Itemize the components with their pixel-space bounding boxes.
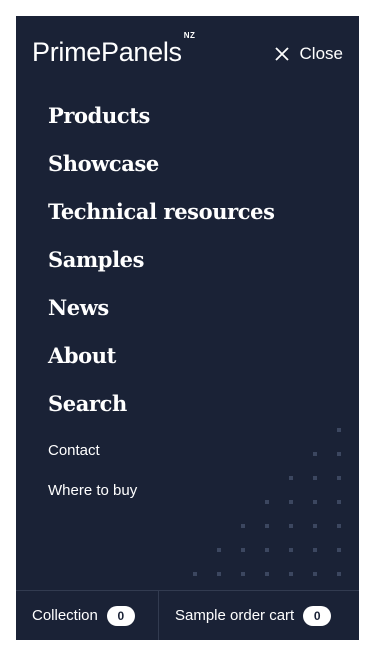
pattern-dot (217, 572, 221, 576)
nav-item-search[interactable]: Search (48, 386, 275, 434)
pattern-dot (337, 524, 341, 528)
sample-cart-count-badge: 0 (303, 605, 332, 626)
pattern-dot (241, 548, 245, 552)
pattern-dot (337, 452, 341, 456)
secondary-nav: Contact Where to buy (48, 440, 137, 520)
pattern-dot (265, 548, 269, 552)
nav-item-where-to-buy[interactable]: Where to buy (48, 480, 137, 520)
nav-item-samples[interactable]: Samples (48, 242, 275, 290)
collection-button[interactable]: Collection 0 (16, 591, 159, 640)
nav-item-technical-resources[interactable]: Technical resources (48, 194, 275, 242)
mobile-menu-panel: PrimePanelsNZ Close Products Showcase Te… (16, 16, 359, 640)
pattern-dot (313, 548, 317, 552)
pattern-dot (193, 572, 197, 576)
sample-cart-button[interactable]: Sample order cart 0 (159, 591, 332, 640)
pattern-dot (337, 500, 341, 504)
pattern-dot (313, 572, 317, 576)
nav-item-contact[interactable]: Contact (48, 440, 137, 480)
nav-item-news[interactable]: News (48, 290, 275, 338)
pattern-dot (313, 476, 317, 480)
nav-item-about[interactable]: About (48, 338, 275, 386)
pattern-dot (289, 548, 293, 552)
pattern-dot (265, 524, 269, 528)
sample-cart-label: Sample order cart (175, 607, 295, 624)
nav-item-showcase[interactable]: Showcase (48, 146, 275, 194)
pattern-dot (313, 452, 317, 456)
collection-count-badge: 0 (106, 605, 135, 626)
pattern-dot (265, 572, 269, 576)
pattern-dot (289, 572, 293, 576)
nav-item-products[interactable]: Products (48, 98, 275, 146)
pattern-dot (289, 524, 293, 528)
pattern-dot (241, 524, 245, 528)
pattern-dot (337, 572, 341, 576)
pattern-dot (337, 476, 341, 480)
menu-footer: Collection 0 Sample order cart 0 (16, 590, 359, 640)
primary-nav: Products Showcase Technical resources Sa… (48, 98, 275, 434)
pattern-dot (337, 548, 341, 552)
collection-label: Collection (32, 607, 98, 624)
pattern-dot (217, 548, 221, 552)
pattern-dot (265, 500, 269, 504)
pattern-dot (313, 524, 317, 528)
pattern-dot (313, 500, 317, 504)
pattern-dot (337, 428, 341, 432)
pattern-dot (241, 572, 245, 576)
pattern-dot (289, 500, 293, 504)
pattern-dot (289, 476, 293, 480)
